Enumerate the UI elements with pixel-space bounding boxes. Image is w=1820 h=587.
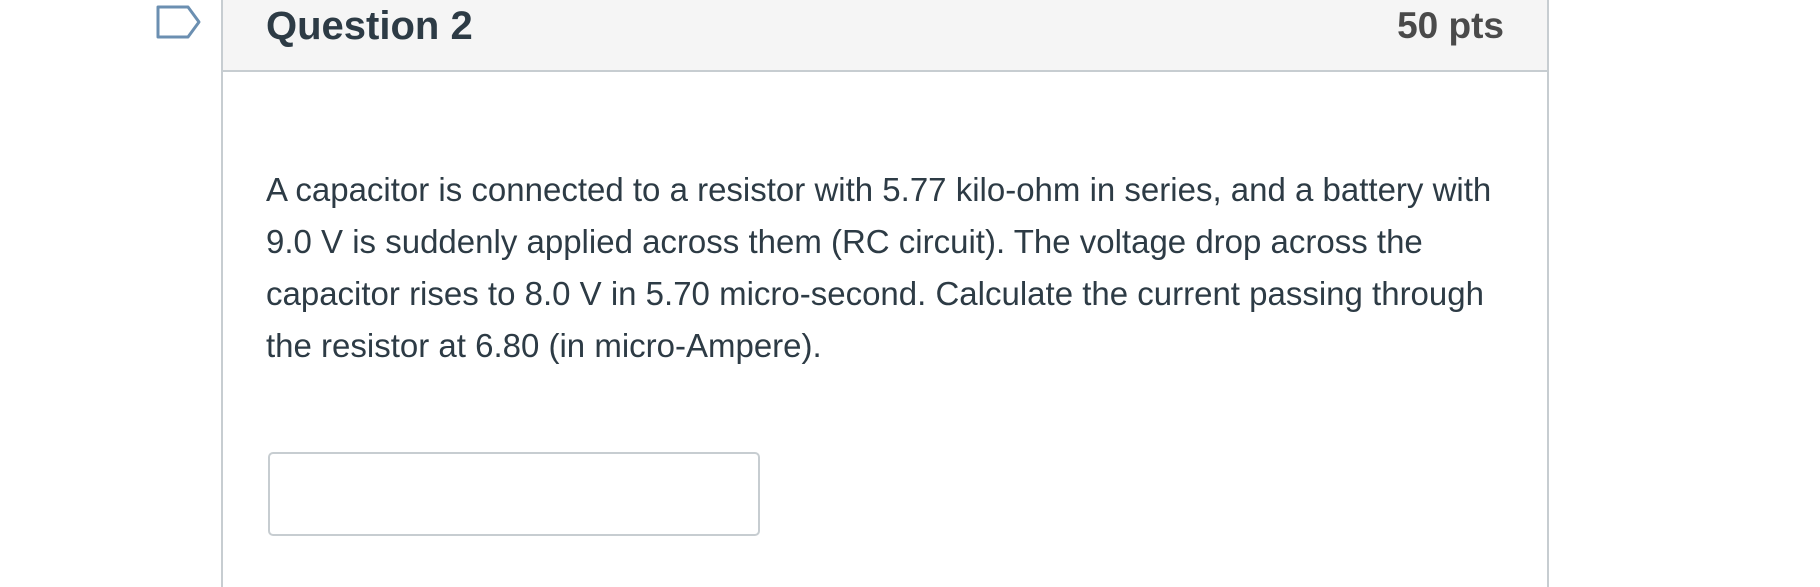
question-text: A capacitor is connected to a resistor w… [266, 171, 1492, 364]
question-title: Question 2 [266, 4, 473, 48]
answer-input[interactable] [268, 452, 760, 536]
question-points: 50 pts [1397, 5, 1504, 46]
bookmark-flag-icon[interactable] [156, 5, 202, 39]
question-card: Question 2 50 pts A capacitor is connect… [221, 0, 1549, 587]
question-header: Question 2 50 pts [223, 0, 1547, 72]
quiz-page: Question 2 50 pts A capacitor is connect… [0, 0, 1820, 587]
